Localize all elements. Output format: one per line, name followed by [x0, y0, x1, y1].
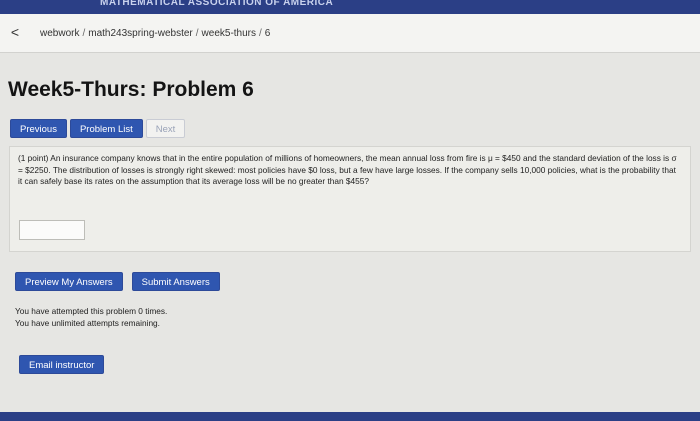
- problem-panel: (1 point) An insurance company knows tha…: [9, 146, 691, 252]
- breadcrumb-webwork[interactable]: webwork: [40, 28, 79, 39]
- problem-nav: Previous Problem List Next: [10, 119, 186, 138]
- site-banner-title: MATHEMATICAL ASSOCIATION OF AMERICA: [100, 0, 334, 8]
- footer-bar: [0, 412, 700, 421]
- back-chevron-icon[interactable]: <: [6, 23, 24, 41]
- next-button[interactable]: Next: [145, 119, 186, 138]
- attempts-count-text: You have attempted this problem 0 times.: [15, 306, 168, 316]
- submit-answers-button[interactable]: Submit Answers: [131, 272, 220, 291]
- attempts-remaining-text: You have unlimited attempts remaining.: [15, 317, 160, 328]
- breadcrumb-problem: 6: [264, 28, 271, 39]
- page-title: Week5-Thurs: Problem 6: [8, 78, 254, 101]
- top-header-bar: MATHEMATICAL ASSOCIATION OF AMERICA: [0, 0, 700, 14]
- attempts-info: You have attempted this problem 0 times.…: [15, 306, 167, 329]
- previous-button[interactable]: Previous: [10, 119, 67, 138]
- answer-input[interactable]: [19, 220, 85, 240]
- answer-actions: Preview My Answers Submit Answers: [15, 272, 220, 291]
- breadcrumb-separator: /: [195, 28, 199, 39]
- email-instructor-button[interactable]: Email instructor: [19, 355, 105, 374]
- breadcrumb-separator: /: [259, 28, 262, 39]
- breadcrumb-course[interactable]: math243spring-webster: [88, 28, 193, 39]
- breadcrumb: webwork / math243spring-webster / week5-thur…: [40, 28, 270, 39]
- breadcrumb-bar: < webwork / math243spring-webster / week5-th…: [0, 14, 700, 53]
- problem-statement: (1 point) An insurance company knows tha…: [18, 153, 677, 186]
- breadcrumb-set[interactable]: week5-thurs: [202, 28, 256, 39]
- problem-list-button[interactable]: Problem List: [69, 119, 143, 138]
- breadcrumb-separator: /: [82, 28, 86, 39]
- preview-answers-button[interactable]: Preview My Answers: [15, 272, 123, 291]
